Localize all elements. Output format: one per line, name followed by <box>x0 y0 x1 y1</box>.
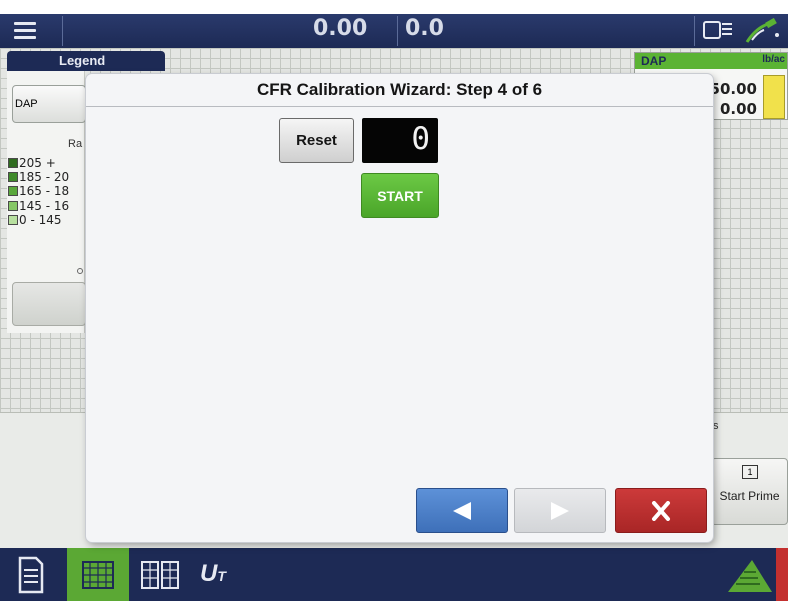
start-prime-button[interactable]: 1 Start Prime <box>711 458 788 525</box>
monitor-icon[interactable] <box>703 21 721 39</box>
area-readout: 0.0 <box>405 16 444 41</box>
previous-button[interactable] <box>416 488 508 533</box>
legend-product-button[interactable]: DAP <box>12 85 86 123</box>
legend-tab[interactable]: Legend <box>7 51 165 71</box>
legend-swatch <box>8 158 18 168</box>
rate-unit: lb/ac <box>762 54 785 65</box>
list-icon[interactable] <box>722 21 734 39</box>
arrow-right-icon <box>551 502 569 520</box>
next-button[interactable] <box>514 488 606 533</box>
actual-rate: 0.00 <box>719 100 757 118</box>
reset-button[interactable]: Reset <box>279 118 354 163</box>
arrow-left-icon <box>453 502 471 520</box>
counter-value: 0 <box>411 121 430 157</box>
speed-readout: 0.00 <box>313 16 368 41</box>
legend-swatch <box>8 186 18 196</box>
start-button[interactable]: START <box>361 173 439 218</box>
legend-range-item: 205 + <box>8 156 56 170</box>
start-prime-label: Start Prime <box>719 489 780 503</box>
rate-control-bar[interactable] <box>763 75 785 119</box>
hamburger-menu-icon[interactable] <box>6 18 60 44</box>
legend-settings-button[interactable] <box>12 282 86 326</box>
gps-satellite-icon[interactable] <box>744 18 782 44</box>
universal-terminal-icon[interactable]: UT <box>200 560 226 588</box>
legend-swatch <box>8 201 18 211</box>
page-indicator-dot <box>77 268 83 274</box>
section-label: s <box>713 420 719 432</box>
bottom-nav-bar: UT <box>0 548 788 601</box>
close-icon <box>652 501 670 521</box>
field-icon[interactable] <box>726 552 774 598</box>
cancel-button[interactable] <box>615 488 707 533</box>
calibration-wizard-dialog: CFR Calibration Wizard: Step 4 of 6 Rese… <box>86 74 713 542</box>
legend-swatch <box>8 172 18 182</box>
legend-swatch <box>8 215 18 225</box>
target-rate: 50.00 <box>709 80 757 98</box>
legend-range-item: 0 - 145 <box>8 213 62 227</box>
pulse-counter-display: 0 <box>362 118 438 163</box>
legend-range-item: 165 - 18 <box>8 184 69 198</box>
legend-range-item: 145 - 16 <box>8 199 69 213</box>
document-icon[interactable] <box>0 548 62 601</box>
legend-range-item: 185 - 20 <box>8 170 69 184</box>
alert-indicator[interactable] <box>776 548 788 601</box>
prime-icon: 1 <box>742 465 758 479</box>
dialog-title: CFR Calibration Wizard: Step 4 of 6 <box>86 74 713 107</box>
map-grid-icon[interactable] <box>67 548 129 601</box>
legend-rate-header: Ra <box>68 138 83 150</box>
split-grid-icon[interactable] <box>130 548 192 601</box>
top-status-bar: 0.00 0.0 <box>0 14 788 48</box>
